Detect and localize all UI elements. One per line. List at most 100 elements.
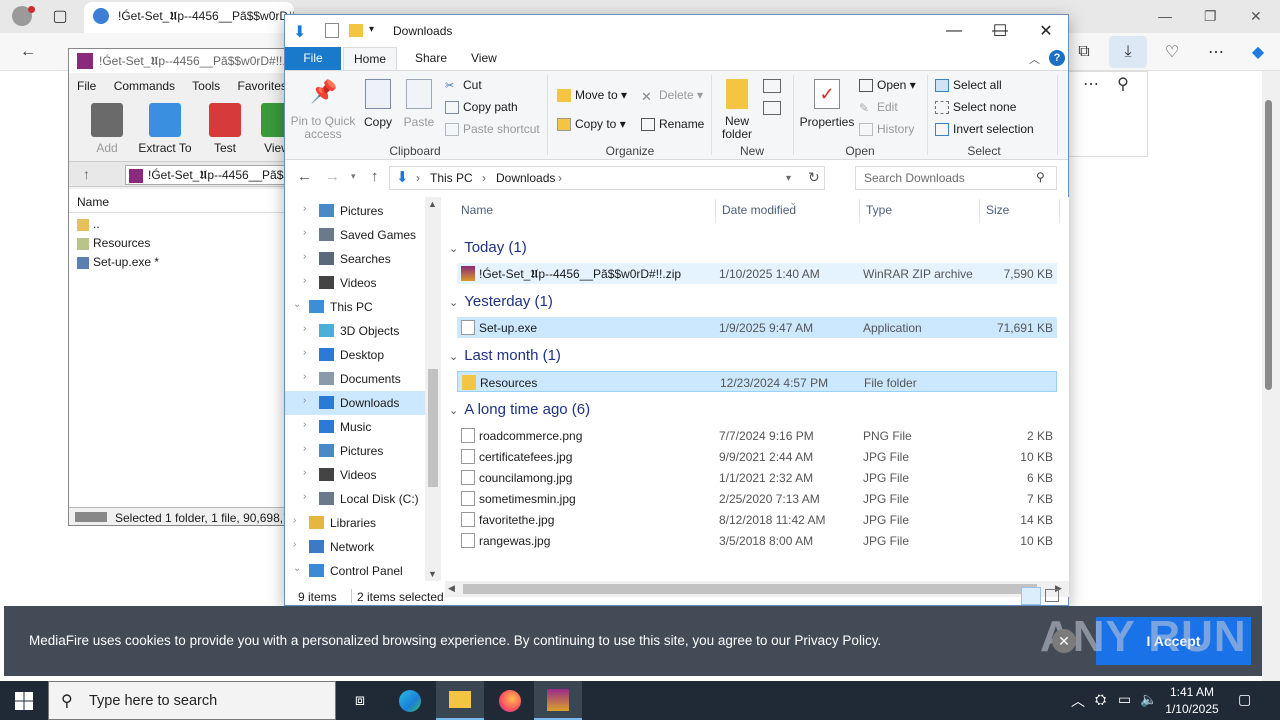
collapse-ribbon-icon[interactable]: ︿ (1029, 51, 1040, 67)
up-arrow-icon[interactable]: ↑ (83, 166, 90, 182)
chevron-right-icon[interactable]: › (303, 443, 306, 454)
volume-icon[interactable]: 🔈 (1140, 691, 1157, 708)
file-row[interactable]: !Ǵet-Set_𝖀p--4456__Pã$$w0rD#!!.zip 1/10/2… (457, 263, 1057, 284)
nav-item[interactable]: › Network (285, 535, 425, 559)
nav-item[interactable]: › 3D Objects (285, 319, 425, 343)
file-group-header[interactable]: ⌄ Today (1) (449, 239, 527, 256)
chevron-right-icon[interactable]: › (293, 515, 296, 526)
taskbar-clock[interactable]: 1:41 AM 1/10/2025 (1158, 684, 1226, 718)
properties-button[interactable]: ✓ Properties (799, 79, 855, 129)
tab-file[interactable]: File (285, 47, 341, 70)
winrar-address-bar[interactable]: ↑ !Ǵet-Set_𝖀p--4456__Pã$$w0rD#!!.zip (69, 161, 307, 187)
nav-item[interactable]: › Downloads (285, 391, 425, 415)
browser-restore-button[interactable]: ❐ (1204, 8, 1217, 25)
copy-button[interactable]: Copy (361, 79, 395, 129)
paste-button[interactable]: Paste (401, 79, 437, 129)
collections-icon[interactable]: ⧉ (1074, 42, 1094, 62)
file-row[interactable]: Resources 12/23/2024 4:57 PM File folder (457, 371, 1057, 392)
winrar-row-setup[interactable]: Set-up.exe * (75, 255, 303, 273)
select-none-button[interactable]: Select none (935, 100, 1016, 120)
taskbar-winrar[interactable] (534, 681, 582, 720)
ethernet-icon[interactable]: ▭ (1118, 691, 1131, 708)
taskbar-edge[interactable] (386, 681, 434, 720)
file-row[interactable]: rangewas.jpg 3/5/2018 8:00 AM JPG File 10 K… (457, 530, 1057, 551)
winrar-row-resources[interactable]: Resources (75, 236, 303, 254)
scroll-down-arrow-icon[interactable]: ▼ (428, 569, 437, 579)
tab-home[interactable]: Home (343, 47, 397, 70)
pin-icon[interactable]: ⚲ (1113, 74, 1133, 94)
explorer-maximize-button[interactable]: ☐ (977, 15, 1023, 47)
up-arrow-icon[interactable]: ↑ (371, 168, 379, 185)
page-more-icon[interactable]: ⋯ (1081, 74, 1101, 94)
refresh-icon[interactable]: ↻ (808, 169, 820, 186)
page-scrollbar-thumb[interactable] (1265, 100, 1272, 390)
search-input[interactable]: Search Downloads ⚲ (855, 166, 1057, 190)
winrar-column-name[interactable]: Name (69, 189, 307, 213)
tab-actions-icon[interactable]: ▢ (50, 6, 70, 26)
taskbar-search-input[interactable]: ⚲ Type here to search (48, 681, 336, 720)
large-icons-view-icon[interactable] (1045, 589, 1059, 602)
download-icon[interactable]: ⤓ (1118, 42, 1138, 62)
close-cookie-icon[interactable]: ✕ (1052, 629, 1076, 653)
file-row[interactable]: roadcommerce.png 7/7/2024 9:16 PM PNG File… (457, 425, 1057, 446)
easy-access-icon[interactable] (763, 101, 781, 115)
column-divider[interactable] (859, 199, 860, 223)
nav-item[interactable]: ⌄ This PC (285, 295, 425, 319)
back-icon[interactable]: ← (18, 42, 38, 62)
winrar-add-button[interactable]: Add (79, 103, 135, 155)
winrar-menu-favorites[interactable]: Favorites (238, 79, 287, 93)
chevron-right-icon[interactable]: › (303, 275, 306, 286)
nav-item[interactable]: ⌄ Control Panel (285, 559, 425, 581)
copy-to-button[interactable]: Copy to ▾ (557, 117, 626, 137)
tab-view[interactable]: View (459, 47, 509, 70)
tab-share[interactable]: Share (403, 47, 459, 70)
new-folder-quick-icon[interactable] (349, 24, 363, 37)
column-divider[interactable] (979, 199, 980, 223)
notifications-icon[interactable]: ▢ (1238, 691, 1251, 708)
file-group-header[interactable]: ⌄ A long time ago (6) (449, 401, 590, 418)
scroll-up-arrow-icon[interactable]: ▲ (428, 199, 437, 209)
new-folder-button[interactable]: New folder (717, 79, 757, 141)
browser-minimize-button[interactable]: — (1158, 8, 1172, 24)
invert-selection-button[interactable]: Invert selection (935, 122, 1034, 142)
column-type[interactable]: Type (866, 203, 892, 217)
forward-arrow-icon[interactable]: → (325, 168, 340, 185)
chevron-right-icon[interactable]: › (303, 203, 306, 214)
column-divider[interactable] (1059, 199, 1060, 223)
winrar-menu-commands[interactable]: Commands (114, 79, 175, 93)
navigation-scroll-thumb[interactable] (428, 369, 438, 487)
performance-icon[interactable]: ♡ (1162, 42, 1182, 62)
browser-tab[interactable]: !Ǵet-Set_𝖀p--4456__Pã$$w0rD#!! (84, 2, 294, 33)
rename-button[interactable]: Rename (641, 117, 704, 137)
chevron-right-icon[interactable]: › (303, 491, 306, 502)
delete-button[interactable]: ✕ Delete ▾ (641, 88, 703, 108)
nav-item[interactable]: › Documents (285, 367, 425, 391)
navigation-pane-scrollbar[interactable]: ▲ ▼ (425, 197, 441, 581)
pin-quick-access-button[interactable]: 📌 Pin to Quick access (289, 79, 357, 141)
cut-button[interactable]: ✂ Cut (445, 78, 482, 98)
nav-item[interactable]: › Music (285, 415, 425, 439)
explorer-close-button[interactable]: ✕ (1023, 15, 1069, 47)
winrar-menu-file[interactable]: File (77, 79, 96, 93)
chevron-right-icon[interactable]: › (293, 539, 296, 550)
chevron-right-icon[interactable]: › (303, 227, 306, 238)
more-menu-icon[interactable]: ⋯ (1206, 42, 1226, 62)
recent-locations-icon[interactable]: ▾ (351, 171, 356, 182)
winrar-menu-tools[interactable]: Tools (192, 79, 220, 93)
file-row[interactable]: Set-up.exe 1/9/2025 9:47 AM Application 71,… (457, 317, 1057, 338)
customize-quick-access-icon[interactable]: ▾ (369, 24, 374, 35)
chevron-right-icon[interactable]: › (303, 347, 306, 358)
breadcrumb-this-pc[interactable]: This PC (430, 171, 473, 185)
details-view-icon[interactable] (1021, 587, 1041, 605)
network-tray-icon[interactable]: ⛭ (1095, 691, 1106, 708)
chevron-right-icon[interactable]: › (303, 395, 306, 406)
history-button[interactable]: History (859, 122, 914, 142)
start-button[interactable] (0, 681, 48, 720)
chevron-right-icon[interactable]: › (303, 323, 306, 334)
column-size[interactable]: Size (986, 203, 1009, 217)
back-arrow-icon[interactable]: ← (297, 168, 312, 185)
open-button[interactable]: Open ▾ (859, 78, 916, 98)
chevron-down-icon[interactable]: ⌄ (293, 299, 301, 310)
properties-quick-icon[interactable] (325, 23, 339, 38)
winrar-path-field[interactable]: !Ǵet-Set_𝖀p--4456__Pã$$w0rD#!!.zip (125, 165, 305, 185)
